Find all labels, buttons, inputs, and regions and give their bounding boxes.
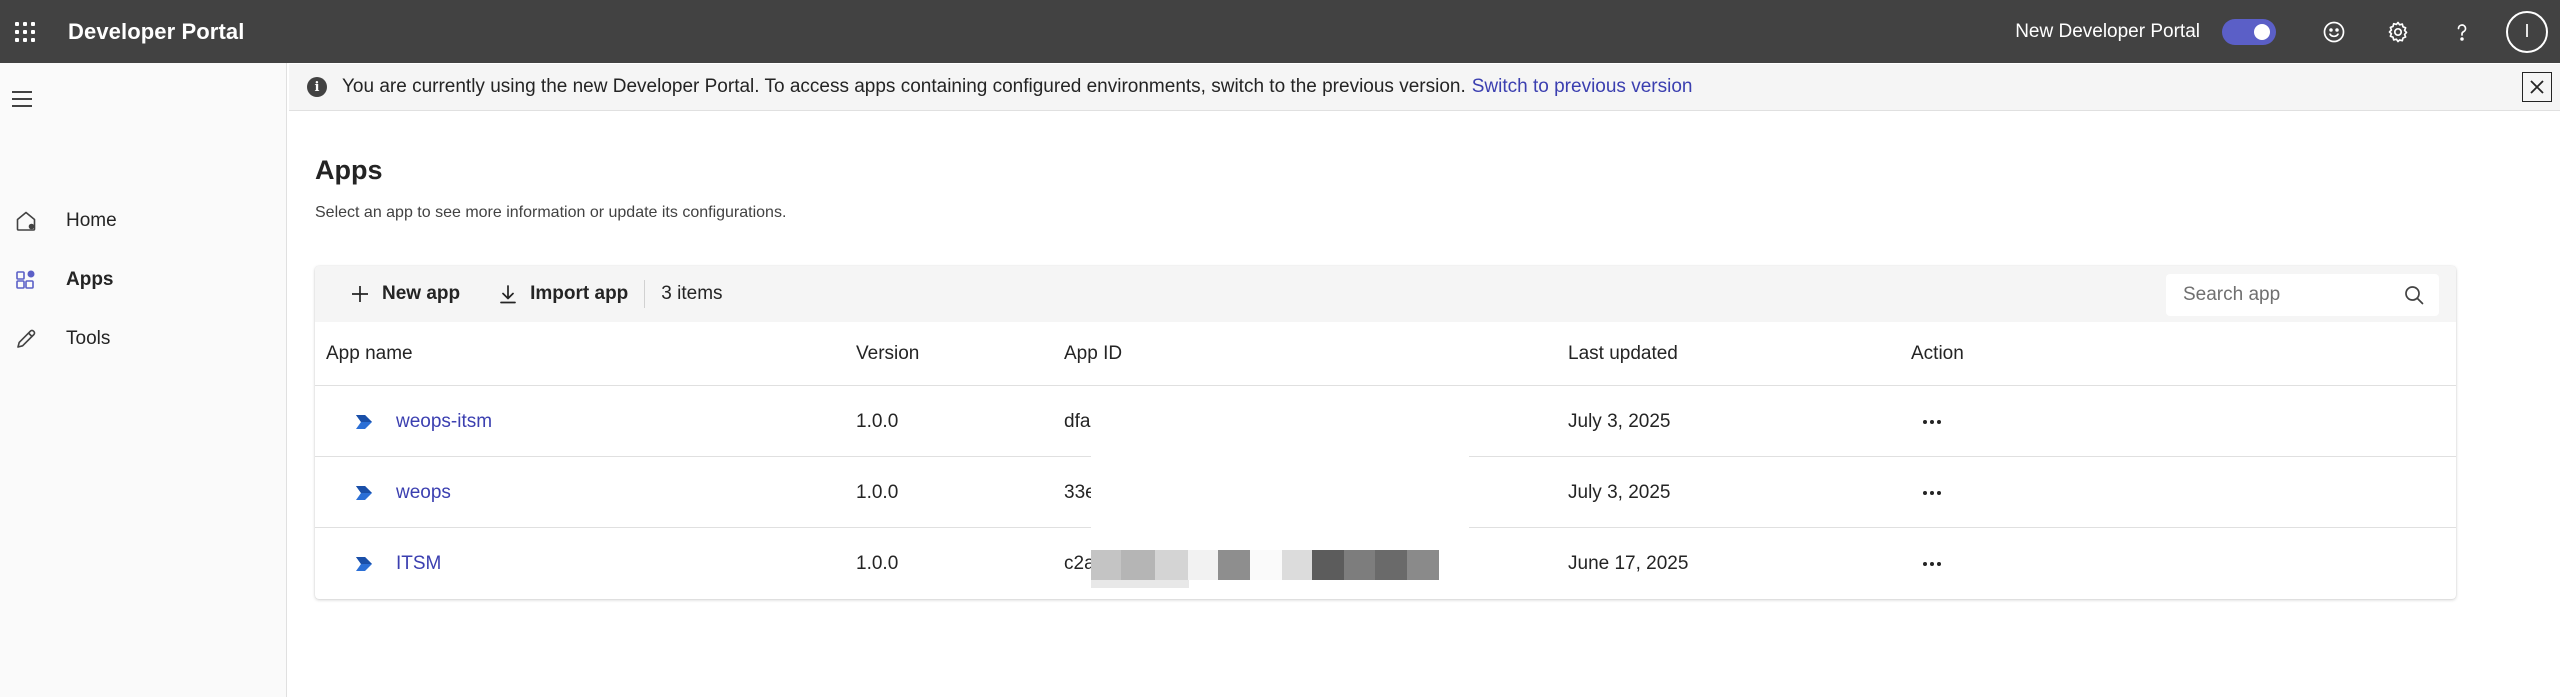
redaction-pixel xyxy=(1312,550,1344,580)
toolbar-divider xyxy=(644,280,646,308)
app-name-link[interactable]: weops-itsm xyxy=(396,386,492,457)
redaction-pixel xyxy=(1344,550,1375,580)
redaction-pixel xyxy=(1375,550,1407,580)
last-updated: July 3, 2025 xyxy=(1568,481,1671,503)
new-portal-toggle-label: New Developer Portal xyxy=(2015,20,2200,42)
app-id: dfa xyxy=(1064,410,1091,432)
app-name-link[interactable]: ITSM xyxy=(396,528,441,599)
app-logo-icon xyxy=(353,457,375,528)
page-title: Apps xyxy=(315,155,383,185)
avatar[interactable]: I xyxy=(2506,10,2548,53)
more-actions-button[interactable] xyxy=(1916,477,1948,509)
sidebar-item-apps[interactable]: Apps xyxy=(0,254,287,306)
app-version: 1.0.0 xyxy=(856,410,899,432)
apps-icon xyxy=(14,268,38,292)
plus-icon xyxy=(349,283,371,305)
more-icon xyxy=(1923,561,1927,566)
banner-close-button[interactable] xyxy=(2522,72,2552,102)
sidebar-item-tools[interactable]: Tools xyxy=(0,313,287,365)
redaction-pixel xyxy=(1407,550,1439,580)
more-actions-button[interactable] xyxy=(1916,406,1948,438)
smiley-icon xyxy=(2323,21,2345,42)
question-icon xyxy=(2457,23,2467,41)
items-count: 3 items xyxy=(661,283,723,304)
app-logo-icon xyxy=(353,386,375,457)
sidebar-item-label: Apps xyxy=(66,269,114,290)
app-version: 1.0.0 xyxy=(856,552,899,574)
sidebar-item-home[interactable]: Home xyxy=(0,195,287,247)
redaction-pixel xyxy=(1121,550,1155,580)
more-icon xyxy=(1923,490,1927,495)
last-updated: June 17, 2025 xyxy=(1568,552,1689,574)
app-logo-icon xyxy=(353,528,375,599)
column-header-version[interactable]: Version xyxy=(856,322,919,386)
more-icon xyxy=(1923,419,1927,424)
new-portal-toggle[interactable] xyxy=(2222,18,2276,45)
more-actions-button[interactable] xyxy=(1916,548,1948,580)
app-name-link[interactable]: weops xyxy=(396,457,451,528)
search-input[interactable] xyxy=(2183,284,2383,306)
home-icon xyxy=(14,209,38,233)
banner-message: You are currently using the new Develope… xyxy=(342,76,1466,97)
table-toolbar: New app Import app 3 items xyxy=(315,266,2456,322)
info-icon: i xyxy=(307,77,327,97)
last-updated: July 3, 2025 xyxy=(1568,410,1671,432)
sidebar-item-label: Home xyxy=(66,210,117,231)
redaction-pixel xyxy=(1282,550,1312,580)
close-icon xyxy=(2530,80,2544,94)
page-subtitle: Select an app to see more information or… xyxy=(315,204,787,221)
redaction-pixel xyxy=(1188,550,1218,580)
redaction-pixel xyxy=(1218,550,1250,580)
new-app-button[interactable]: New app xyxy=(349,283,460,305)
redaction-pixel xyxy=(1155,550,1188,580)
gear-icon xyxy=(2388,21,2408,42)
column-header-app-id[interactable]: App ID xyxy=(1064,322,1122,386)
download-icon xyxy=(497,283,519,305)
app-title[interactable]: Developer Portal xyxy=(68,19,244,45)
app-launcher-button[interactable] xyxy=(0,0,50,63)
pencil-icon xyxy=(14,327,38,351)
import-app-label: Import app xyxy=(530,283,629,304)
import-app-button[interactable]: Import app xyxy=(497,283,628,305)
help-button[interactable] xyxy=(2430,0,2494,63)
hamburger-menu-button[interactable] xyxy=(12,87,36,111)
info-banner: i You are currently using the new Develo… xyxy=(289,64,2560,111)
search-box[interactable] xyxy=(2166,274,2439,316)
waffle-icon xyxy=(15,21,35,42)
redaction-pixel xyxy=(1091,580,1189,588)
sidebar-item-label: Tools xyxy=(66,328,111,349)
switch-version-link[interactable]: Switch to previous version xyxy=(1472,76,1693,98)
column-header-app-name[interactable]: App name xyxy=(326,322,413,386)
search-icon[interactable] xyxy=(2403,284,2425,306)
redaction-pixel xyxy=(1091,550,1121,580)
app-version: 1.0.0 xyxy=(856,481,899,503)
top-bar: Developer Portal New Developer Portal I xyxy=(0,0,2560,63)
table-header: App name Version App ID Last updated Act… xyxy=(315,322,2456,386)
settings-button[interactable] xyxy=(2366,0,2430,63)
redaction-pixel xyxy=(1250,550,1282,580)
column-header-action: Action xyxy=(1911,343,1964,364)
feedback-button[interactable] xyxy=(2302,0,2366,63)
sidebar: Home Apps Tools xyxy=(0,63,287,697)
column-header-last-updated[interactable]: Last updated xyxy=(1568,322,1678,386)
new-app-label: New app xyxy=(382,283,461,304)
